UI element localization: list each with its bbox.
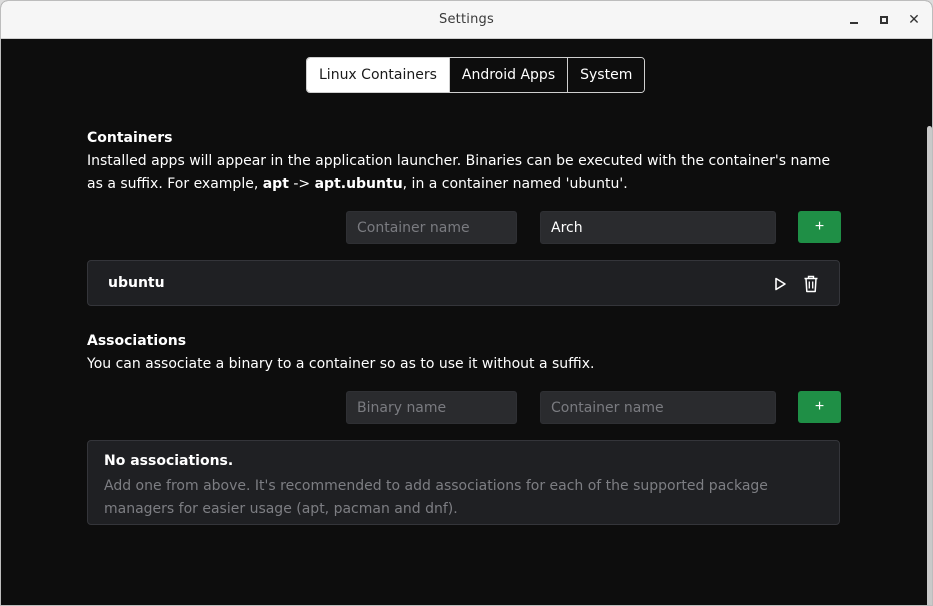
trash-icon <box>804 275 818 293</box>
container-row: ubuntu <box>87 260 840 306</box>
maximize-icon <box>880 16 888 24</box>
add-association-button[interactable]: + <box>798 391 841 423</box>
tab-linux-containers[interactable]: Linux Containers <box>307 58 449 92</box>
close-button[interactable]: ✕ <box>904 10 924 30</box>
containers-heading: Containers <box>87 130 173 146</box>
tab-bar: Linux Containers Android Apps System <box>306 57 646 93</box>
scrollbar[interactable] <box>927 126 932 605</box>
container-distro-input[interactable] <box>540 211 776 244</box>
container-name: ubuntu <box>108 275 165 291</box>
start-container-button[interactable] <box>769 273 791 295</box>
associations-heading: Associations <box>87 333 187 349</box>
empty-state-description: Add one from above. It's recommended to … <box>104 478 768 517</box>
binary-name-input[interactable] <box>346 391 517 424</box>
delete-container-button[interactable] <box>800 273 822 295</box>
tab-system[interactable]: System <box>567 58 645 92</box>
settings-window: Settings ✕ Linux Containers Android Apps… <box>0 0 933 606</box>
containers-desc-text-2: , in a container named 'ubuntu'. <box>402 176 628 192</box>
play-icon <box>775 277 786 291</box>
empty-state-title: No associations. <box>104 453 234 469</box>
close-icon: ✕ <box>908 12 920 28</box>
minimize-button[interactable] <box>844 10 864 30</box>
containers-desc-example-suffixed: apt.ubuntu <box>314 176 403 192</box>
containers-desc-arrow: -> <box>288 176 315 192</box>
maximize-button[interactable] <box>874 10 894 30</box>
minimize-icon <box>850 22 858 24</box>
add-container-button[interactable]: + <box>798 211 841 243</box>
associations-empty-state: No associations. Add one from above. It'… <box>87 440 840 525</box>
title-bar: Settings ✕ <box>1 1 932 39</box>
window-title: Settings <box>439 12 494 27</box>
tab-android-apps[interactable]: Android Apps <box>448 58 568 92</box>
association-container-input[interactable] <box>540 391 776 424</box>
container-name-input[interactable] <box>346 211 517 244</box>
containers-description: Installed apps will appear in the applic… <box>87 150 847 196</box>
containers-desc-example-binary: apt <box>262 176 289 192</box>
associations-description: You can associate a binary to a containe… <box>87 356 595 372</box>
